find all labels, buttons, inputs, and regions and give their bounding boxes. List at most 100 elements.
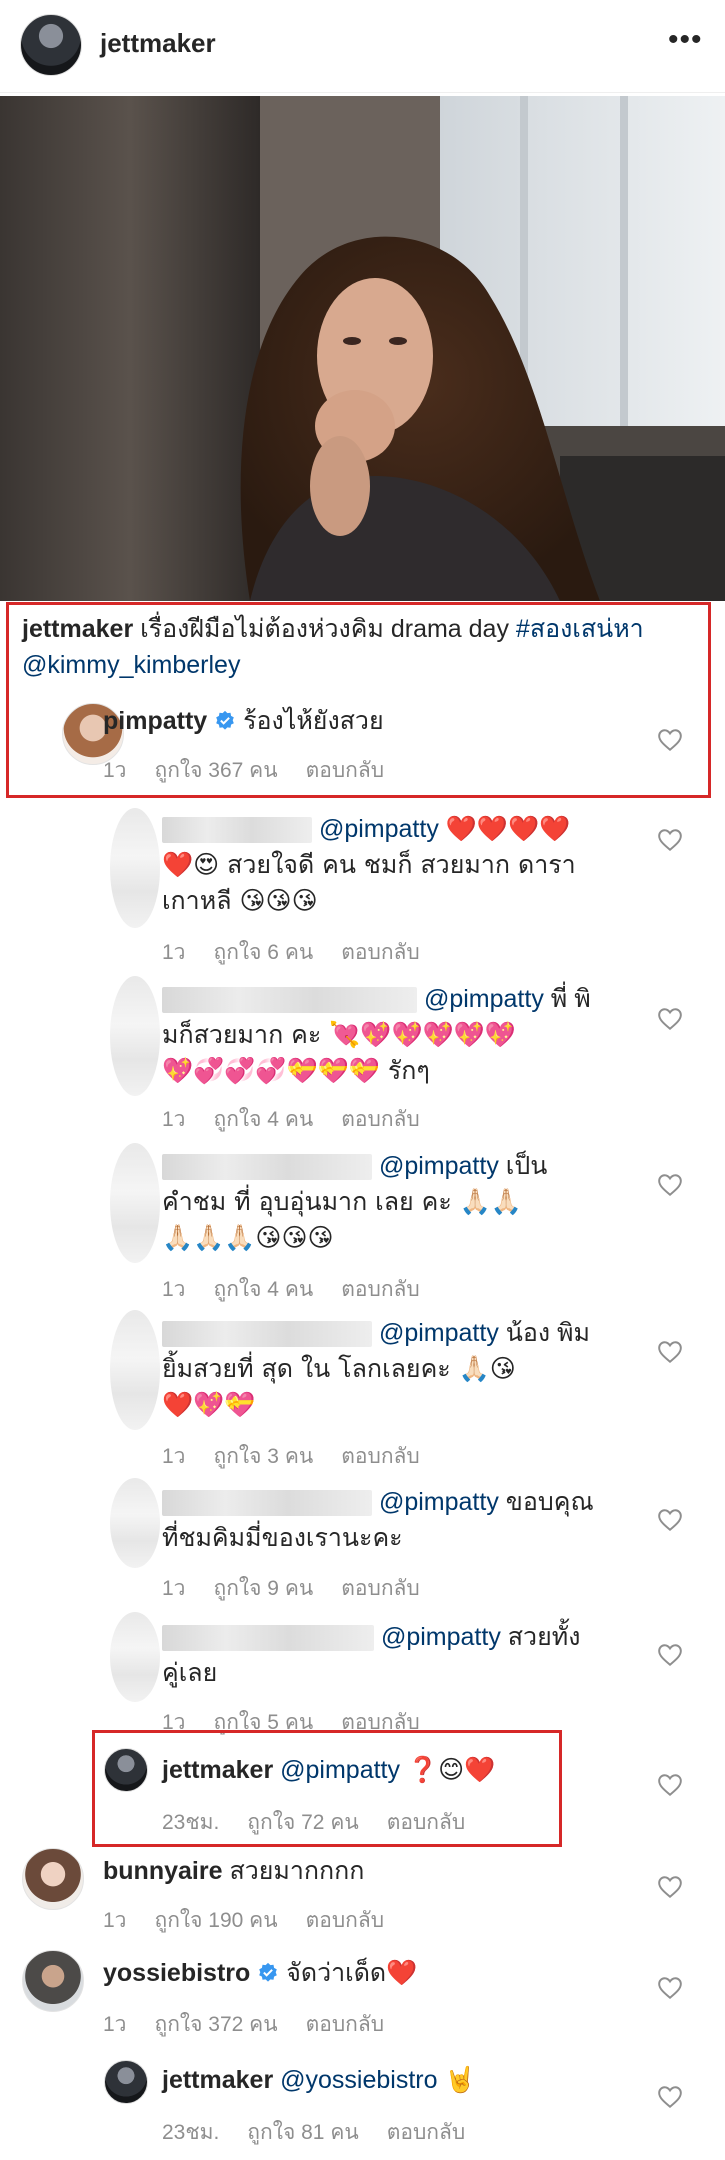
comment-likes[interactable]: ถูกใจ 72 คน: [247, 1811, 358, 1834]
comment-text: พี่ พิ: [550, 985, 591, 1013]
blurred-username: [162, 817, 312, 844]
blurred-username: [162, 1321, 372, 1348]
reply-button[interactable]: ตอบกลับ: [387, 2121, 466, 2144]
comment-mention[interactable]: @pimpatty: [379, 1152, 499, 1180]
comment-time: 1ว: [162, 1445, 186, 1468]
caption-username[interactable]: jettmaker: [22, 615, 133, 643]
reply-button[interactable]: ตอบกลับ: [341, 1278, 420, 1301]
heart-icon[interactable]: [657, 1173, 683, 1197]
comment-meta: 1ว ถูกใจ 367 คน ตอบกลับ: [103, 754, 412, 787]
comment-username[interactable]: jettmaker: [162, 1756, 273, 1784]
comment-time: 1ว: [103, 1909, 127, 1932]
comment-time: 1ว: [103, 759, 127, 782]
reply-button[interactable]: ตอบกลับ: [341, 1108, 420, 1131]
comment-text: ร้องไห้ยังสวย: [243, 707, 384, 735]
comment: @pimpatty น้อง พิม ยิ้มสวยที่ สุด ใน โลก…: [162, 1315, 632, 1423]
comment-text: ยิ้มสวยที่ สุด ใน โลกเลยคะ 🙏🏻😘: [162, 1354, 516, 1383]
heart-icon[interactable]: [657, 728, 683, 752]
comment: @pimpatty ขอบคุณ ที่ชมคิมมี่ของเรานะคะ: [162, 1484, 632, 1556]
comment-time: 1ว: [103, 2013, 127, 2036]
comment-likes[interactable]: ถูกใจ 4 คน: [213, 1108, 313, 1131]
avatar[interactable]: [104, 1748, 148, 1792]
comment-text: 🤘: [444, 2065, 476, 2094]
comment-mention[interactable]: @pimpatty: [379, 1319, 499, 1347]
more-horizontal-icon[interactable]: •••: [668, 25, 703, 55]
verified-icon: [259, 1962, 278, 1982]
comment-mention[interactable]: @pimpatty: [424, 985, 544, 1013]
comment-username[interactable]: pimpatty: [103, 707, 207, 735]
comment-username[interactable]: yossiebistro: [103, 1959, 250, 1987]
heart-icon[interactable]: [657, 1976, 683, 2000]
heart-icon[interactable]: [657, 1007, 683, 1031]
comment-text: คำชม ที่ อุบอุ่นมาก เลย คะ 🙏🏻🙏🏻: [162, 1187, 522, 1216]
heart-icon[interactable]: [657, 1508, 683, 1532]
comment: yossiebistro จัดว่าเด็ด❤️: [103, 1955, 417, 1991]
comment-text: น้อง พิม: [505, 1319, 590, 1347]
heart-icon[interactable]: [657, 1340, 683, 1364]
post-photo: [0, 96, 725, 601]
comment: @pimpatty สวยทั้ง คู่เลย: [162, 1619, 632, 1691]
comment-text: จัดว่าเด็ด❤️: [286, 1958, 418, 1987]
comment-username[interactable]: bunnyaire: [103, 1857, 222, 1885]
comment-text: มก็สวยมาก คะ 💘💖💖💖💖💖: [162, 1020, 517, 1049]
reply-button[interactable]: ตอบกลับ: [341, 1577, 420, 1600]
avatar: [110, 1143, 160, 1263]
comment-meta: 1ว ถูกใจ 6 คน ตอบกลับ: [162, 936, 448, 969]
reply-button[interactable]: ตอบกลับ: [306, 2013, 385, 2036]
comment-username[interactable]: jettmaker: [162, 2066, 273, 2094]
avatar[interactable]: [104, 2060, 148, 2104]
reply-button[interactable]: ตอบกลับ: [306, 1909, 385, 1932]
comment-likes[interactable]: ถูกใจ 372 คน: [154, 2013, 277, 2036]
comment-mention[interactable]: @pimpatty: [379, 1488, 499, 1516]
avatar: [110, 808, 160, 928]
caption-mention[interactable]: @kimmy_kimberley: [22, 651, 240, 679]
comment-likes[interactable]: ถูกใจ 9 คน: [213, 1577, 313, 1600]
reply-button[interactable]: ตอบกลับ: [306, 759, 385, 782]
comment-time: 1ว: [162, 941, 186, 964]
caption-text: เรื่องฝีมือไม่ต้องห่วงคิม drama day: [140, 615, 509, 643]
comment: jettmaker @yossiebistro 🤘: [162, 2062, 476, 2098]
blurred-username: [162, 1490, 372, 1517]
comment-mention[interactable]: @yossiebistro: [280, 2066, 437, 2094]
heart-icon[interactable]: [657, 1773, 683, 1797]
comment-text: 🙏🏻🙏🏻🙏🏻😘😘😘: [162, 1223, 334, 1252]
caption-hashtag[interactable]: #สองเสน่หา: [516, 615, 644, 643]
reply-button[interactable]: ตอบกลับ: [387, 1811, 466, 1834]
comment-likes[interactable]: ถูกใจ 367 คน: [154, 759, 277, 782]
comment-time: 1ว: [162, 1278, 186, 1301]
comment-likes[interactable]: ถูกใจ 4 คน: [213, 1278, 313, 1301]
caption: jettmaker เรื่องฝีมือไม่ต้องห่วงคิม dram…: [22, 611, 702, 683]
comment-text: คู่เลย: [162, 1659, 218, 1687]
avatar[interactable]: [22, 1950, 84, 2012]
heart-icon[interactable]: [657, 1643, 683, 1667]
comment-likes[interactable]: ถูกใจ 81 คน: [247, 2121, 358, 2144]
reply-button[interactable]: ตอบกลับ: [341, 941, 420, 964]
verified-icon: [216, 710, 234, 730]
comment-meta: 1ว ถูกใจ 372 คน ตอบกลับ: [103, 2008, 412, 2041]
comment-text: สวยมากกกก: [229, 1857, 365, 1885]
avatar[interactable]: [20, 14, 82, 76]
comment-time: 1ว: [162, 1577, 186, 1600]
comment-meta: 23ชม. ถูกใจ 81 คน ตอบกลับ: [162, 2116, 493, 2149]
comment-meta: 1ว ถูกใจ 4 คน ตอบกลับ: [162, 1103, 448, 1136]
post-username[interactable]: jettmaker: [100, 28, 216, 59]
post-header: jettmaker •••: [0, 0, 725, 93]
blurred-username: [162, 987, 417, 1014]
heart-icon[interactable]: [657, 828, 683, 852]
avatar: [110, 1310, 160, 1430]
heart-icon[interactable]: [657, 2085, 683, 2109]
comment-text: เกาหลี 😘😘😘: [162, 886, 318, 915]
reply-button[interactable]: ตอบกลับ: [341, 1445, 420, 1468]
comment-text: ❤️❤️❤️❤️: [445, 814, 571, 843]
comment: jettmaker @pimpatty ❓😊❤️: [162, 1752, 495, 1788]
comment-mention[interactable]: @pimpatty: [381, 1623, 501, 1651]
comment-likes[interactable]: ถูกใจ 190 คน: [154, 1909, 277, 1932]
avatar[interactable]: [22, 1848, 84, 1910]
comment-time: 23ชม.: [162, 1811, 220, 1834]
comment: @pimpatty เป็น คำชม ที่ อุบอุ่นมาก เลย ค…: [162, 1148, 632, 1256]
heart-icon[interactable]: [657, 1875, 683, 1899]
comment-mention[interactable]: @pimpatty: [319, 815, 439, 843]
comment-likes[interactable]: ถูกใจ 6 คน: [213, 941, 313, 964]
comment-mention[interactable]: @pimpatty: [280, 1756, 400, 1784]
comment-likes[interactable]: ถูกใจ 3 คน: [213, 1445, 313, 1468]
